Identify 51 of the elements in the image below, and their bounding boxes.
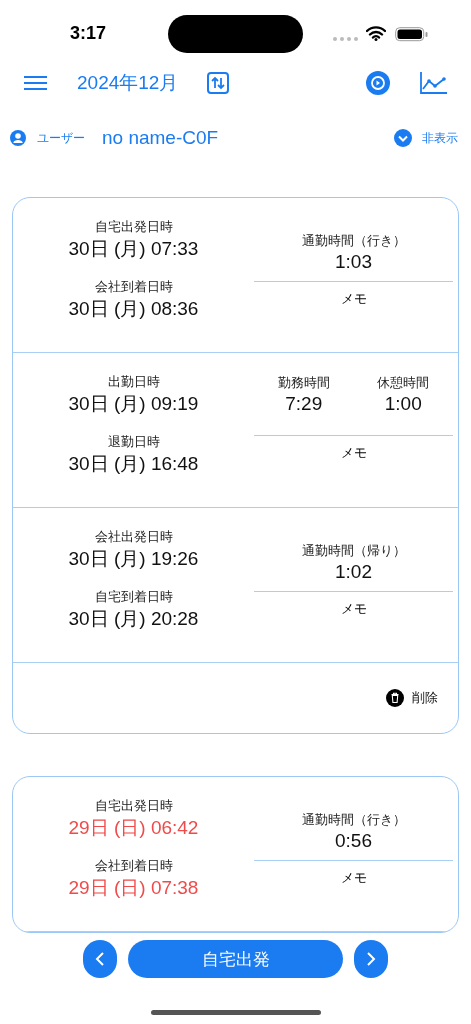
date-time-value[interactable]: 30日 (月) 07:33	[68, 236, 199, 262]
sort-icon[interactable]	[207, 72, 230, 94]
duration-value: 1:02	[335, 560, 372, 584]
line-chart-icon[interactable]	[420, 72, 447, 94]
date-time-value[interactable]: 30日 (月) 08:36	[68, 296, 199, 322]
chevron-down-icon[interactable]	[394, 129, 412, 147]
user-icon	[10, 130, 26, 146]
next-button[interactable]	[354, 940, 388, 978]
home-departure-button[interactable]: 自宅出発	[128, 940, 343, 978]
memo-label[interactable]: メモ	[340, 600, 367, 618]
user-name: no name-C0F	[102, 127, 219, 149]
duration-label: 通勤時間（行き）	[301, 811, 406, 829]
hide-toggle[interactable]: 非表示	[422, 129, 458, 147]
duration-value: 0:56	[335, 829, 372, 853]
memo-label[interactable]: メモ	[340, 290, 367, 308]
duration-label: 勤務時間	[277, 374, 330, 392]
field-label: 会社到着日時	[94, 278, 173, 296]
duration-label: 通勤時間（帰り）	[301, 542, 406, 560]
duration-value: 7:29	[285, 392, 323, 416]
duration-value: 1:00	[384, 392, 422, 416]
field-label: 会社到着日時	[94, 857, 173, 875]
status-time: 3:17	[70, 23, 107, 44]
field-label: 会社出発日時	[94, 528, 173, 546]
month-title[interactable]: 2024年12月	[77, 70, 179, 96]
date-time-value[interactable]: 30日 (月) 09:19	[68, 391, 199, 417]
user-label: ユーザー	[37, 129, 85, 147]
signal-icon	[333, 37, 358, 41]
date-time-value[interactable]: 30日 (月) 16:48	[68, 451, 199, 477]
settings-icon[interactable]	[366, 71, 390, 95]
date-time-value[interactable]: 29日 (日) 07:38	[68, 875, 199, 901]
field-label: 出勤日時	[107, 373, 160, 391]
memo-label[interactable]: メモ	[340, 444, 367, 462]
duration-value: 1:03	[335, 250, 372, 274]
field-label: 自宅出発日時	[94, 797, 173, 815]
date-time-value[interactable]: 30日 (月) 20:28	[68, 606, 199, 632]
field-label: 退勤日時	[107, 433, 160, 451]
date-time-value[interactable]: 30日 (月) 19:26	[68, 546, 199, 572]
duration-label: 通勤時間（行き）	[301, 232, 406, 250]
menu-icon[interactable]	[24, 76, 47, 90]
trash-icon	[386, 689, 404, 707]
memo-label[interactable]: メモ	[340, 869, 367, 887]
chevron-right-icon	[366, 951, 376, 967]
previous-button[interactable]	[83, 940, 117, 978]
wifi-icon	[366, 26, 386, 41]
date-time-value[interactable]: 29日 (日) 06:42	[68, 815, 199, 841]
chevron-left-icon	[95, 951, 105, 967]
duration-label: 休憩時間	[377, 374, 430, 392]
delete-button[interactable]: 削除	[386, 689, 438, 707]
field-label: 自宅到着日時	[94, 588, 173, 606]
field-label: 自宅出発日時	[94, 218, 173, 236]
battery-icon	[395, 27, 429, 42]
